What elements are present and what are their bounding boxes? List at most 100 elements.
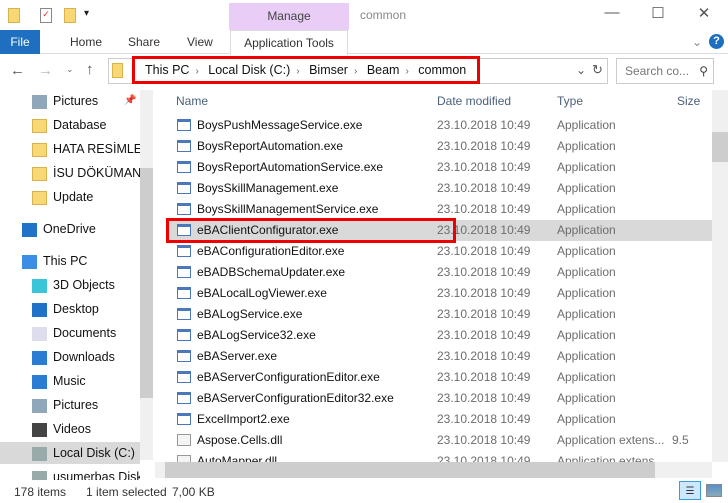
file-type: Application	[557, 181, 616, 195]
nav-item[interactable]: Videos	[32, 418, 91, 440]
tab-home[interactable]: Home	[70, 30, 102, 54]
nav-item[interactable]: Pictures 📌	[32, 90, 136, 112]
nav-item[interactable]: Local Disk (C:)	[0, 442, 140, 464]
exe-file-icon	[177, 413, 191, 425]
file-row[interactable]: eBADBSchemaUpdater.exe 23.10.2018 10:49 Ap…	[167, 262, 712, 283]
search-input[interactable]: Search co... ⚲	[616, 58, 714, 84]
exe-file-icon	[177, 287, 191, 299]
tab-share[interactable]: Share	[128, 30, 160, 54]
file-size: 9.5	[672, 433, 689, 447]
item-count: 178 items	[14, 485, 67, 499]
expand-ribbon-icon[interactable]: ⌄	[692, 30, 702, 54]
file-row[interactable]: eBAServer.exe 23.10.2018 10:49 Application	[167, 346, 712, 367]
exe-file-icon	[177, 329, 191, 341]
file-type: Application	[557, 202, 616, 216]
nav-item[interactable]: This PC	[22, 250, 87, 272]
nav-item[interactable]: Documents	[32, 322, 116, 344]
nav-item[interactable]: 3D Objects	[32, 274, 115, 296]
nav-item[interactable]: Music	[32, 370, 86, 392]
tab-file[interactable]: File	[0, 30, 40, 54]
file-name: BoysSkillManagement.exe	[197, 181, 339, 195]
nav-item-label: Downloads	[53, 350, 115, 364]
file-row[interactable]: eBALocalLogViewer.exe 23.10.2018 10:49 App…	[167, 283, 712, 304]
file-type: Application	[557, 349, 616, 363]
file-row[interactable]: eBAConfigurationEditor.exe 23.10.2018 10:…	[167, 241, 712, 262]
file-name: ExcelImport2.exe	[197, 412, 290, 426]
nav-item[interactable]: Desktop	[32, 298, 99, 320]
minimize-button[interactable]: —	[597, 4, 627, 21]
tab-application-tools[interactable]: Application Tools	[230, 30, 348, 55]
file-type: Application	[557, 265, 616, 279]
file-list-scrollbar[interactable]	[712, 90, 728, 462]
crumb-this-pc[interactable]: This PC	[145, 63, 189, 77]
scrollbar-thumb[interactable]	[712, 132, 728, 162]
new-folder-icon[interactable]	[64, 8, 76, 23]
nav-item[interactable]: İSU DÖKÜMANL	[32, 162, 140, 184]
file-row[interactable]: BoysReportAutomation.exe 23.10.2018 10:49…	[167, 136, 712, 157]
file-row[interactable]: BoysPushMessageService.exe 23.10.2018 10:…	[167, 115, 712, 136]
file-date: 23.10.2018 10:49	[437, 412, 531, 426]
file-name: eBAConfigurationEditor.exe	[197, 244, 345, 258]
file-row[interactable]: ExcelImport2.exe 23.10.2018 10:49 Applicat…	[167, 409, 712, 430]
forward-button[interactable]: →	[38, 62, 53, 79]
back-button[interactable]: ←	[10, 62, 25, 79]
column-type[interactable]: Type	[557, 90, 583, 112]
nav-item[interactable]: Database	[32, 114, 107, 136]
crumb-local-disk[interactable]: Local Disk (C:)	[208, 63, 290, 77]
nav-item-label: usumerbas Disk	[53, 470, 140, 480]
nav-item[interactable]: Downloads	[32, 346, 115, 368]
nav-item-label: 3D Objects	[53, 278, 115, 292]
details-view-button[interactable]: ☰	[679, 481, 701, 500]
address-dropdown-icon[interactable]: ⌄	[576, 63, 586, 77]
nav-item[interactable]: Update	[32, 186, 93, 208]
3d-icon	[32, 278, 47, 293]
nav-scrollbar[interactable]	[140, 90, 153, 460]
properties-icon[interactable]: ✓	[40, 8, 52, 23]
file-row[interactable]: eBALogService32.exe 23.10.2018 10:49 Appli…	[167, 325, 712, 346]
recent-locations-icon[interactable]: ⌄	[66, 64, 74, 75]
nav-item[interactable]: usumerbas Disk	[32, 466, 140, 480]
crumb-bimser[interactable]: Bimser	[309, 63, 348, 77]
pin-icon[interactable]: 📌	[124, 90, 136, 112]
up-button[interactable]: ↑	[86, 61, 94, 78]
exe-file-icon	[177, 371, 191, 383]
file-date: 23.10.2018 10:49	[437, 265, 531, 279]
crumb-common[interactable]: common	[418, 63, 466, 77]
customize-toolbar-icon[interactable]: ▾	[84, 8, 89, 19]
large-icons-view-button[interactable]	[706, 484, 722, 497]
breadcrumb: This PC › Local Disk (C:) › Bimser › Beam › …	[132, 56, 480, 84]
disk-icon	[32, 470, 47, 480]
close-button[interactable]: ✕	[689, 4, 719, 22]
file-row[interactable]: eBALogService.exe 23.10.2018 10:49 Applica…	[167, 304, 712, 325]
search-icon: ⚲	[699, 64, 708, 78]
horizontal-scrollbar[interactable]	[155, 462, 712, 478]
nav-item[interactable]: OneDrive	[22, 218, 96, 240]
folder-icon	[32, 118, 47, 133]
folder-icon	[32, 166, 47, 181]
file-name: eBAServerConfigurationEditor32.exe	[197, 391, 394, 405]
nav-item-label: İSU DÖKÜMANL	[53, 166, 140, 180]
onedrive-icon	[22, 222, 37, 237]
file-row[interactable]: eBAServerConfigurationEditor.exe 23.10.20…	[167, 367, 712, 388]
file-row[interactable]: eBAServerConfigurationEditor32.exe 23.10.…	[167, 388, 712, 409]
nav-scrollbar-thumb[interactable]	[140, 168, 153, 398]
nav-item[interactable]: HATA RESİMLER	[32, 138, 140, 160]
column-date-modified[interactable]: Date modified	[437, 90, 511, 112]
crumb-beam[interactable]: Beam	[367, 63, 400, 77]
file-row[interactable]: BoysReportAutomationService.exe 23.10.201…	[167, 157, 712, 178]
help-icon[interactable]: ?	[709, 34, 724, 49]
nav-item-label: Videos	[53, 422, 91, 436]
maximize-button[interactable]: ☐	[643, 4, 673, 22]
desktop-icon	[32, 302, 47, 317]
file-row[interactable]: Aspose.Cells.dll 23.10.2018 10:49 Applicat…	[167, 430, 712, 451]
file-name: BoysPushMessageService.exe	[197, 118, 363, 132]
refresh-icon[interactable]: ↻	[592, 62, 603, 78]
tab-view[interactable]: View	[187, 30, 213, 54]
column-size[interactable]: Size	[677, 90, 700, 112]
file-type: Application	[557, 391, 616, 405]
file-row[interactable]: BoysSkillManagementService.exe 23.10.2018…	[167, 199, 712, 220]
column-name[interactable]: Name	[176, 90, 208, 112]
horizontal-scrollbar-thumb[interactable]	[165, 462, 655, 478]
file-row[interactable]: BoysSkillManagement.exe 23.10.2018 10:49 A…	[167, 178, 712, 199]
nav-item[interactable]: Pictures	[32, 394, 98, 416]
